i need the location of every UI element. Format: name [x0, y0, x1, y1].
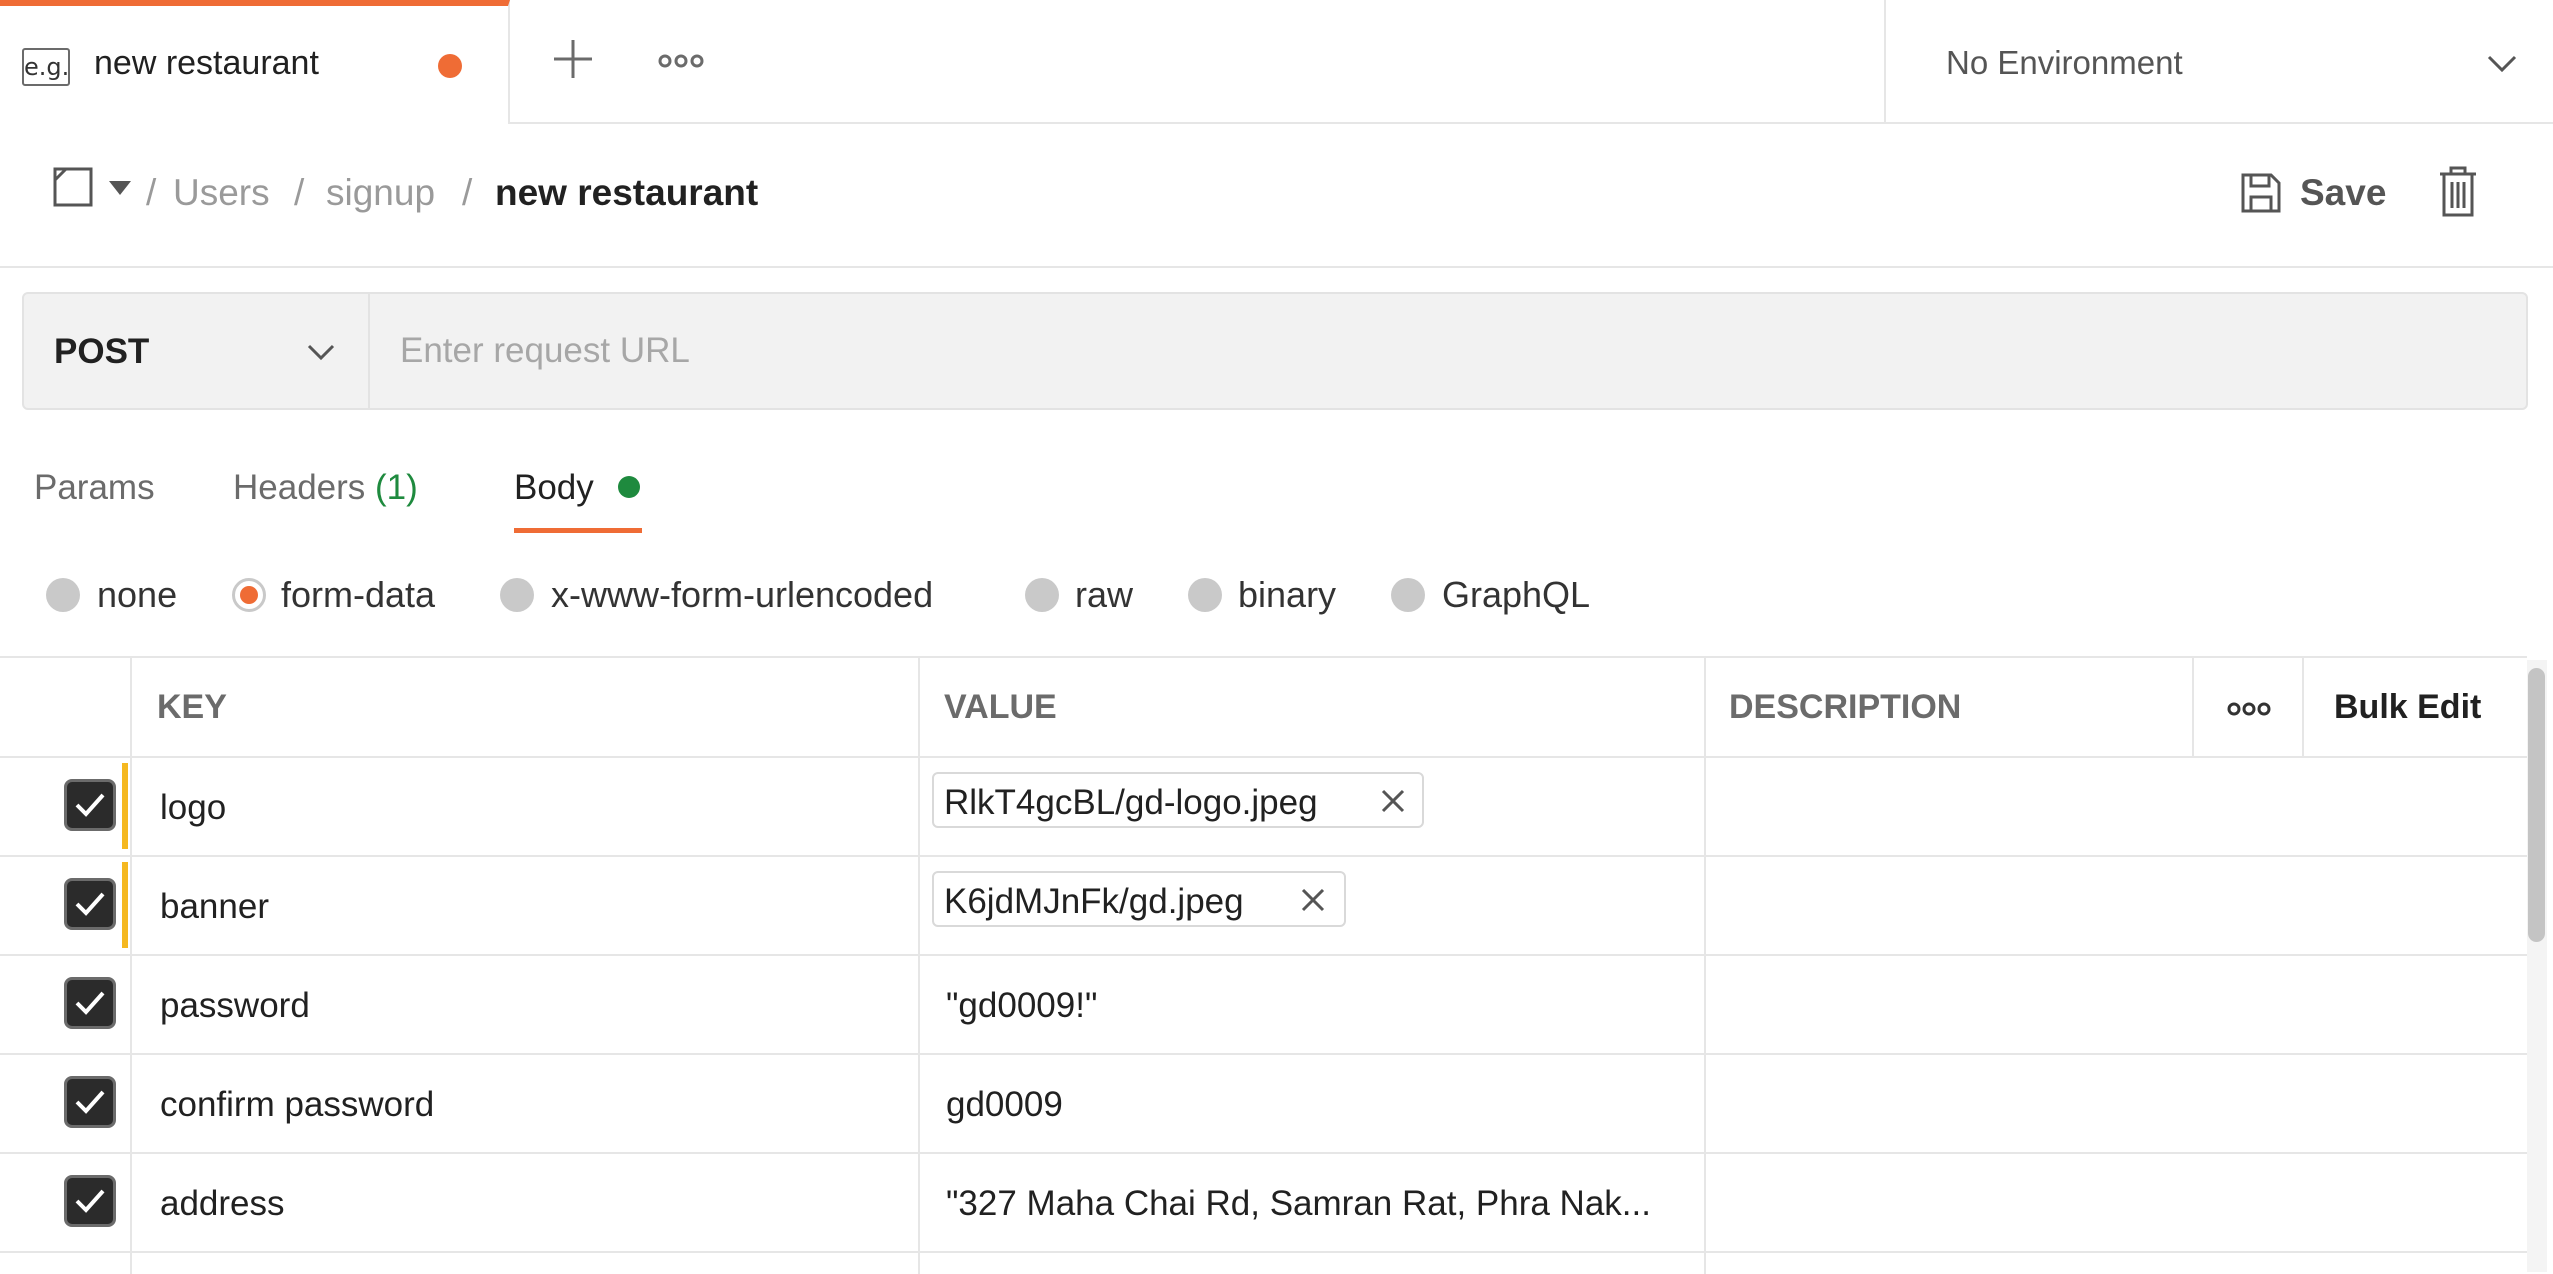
row-key[interactable]: confirm password — [160, 1085, 434, 1125]
request-doc-icon — [52, 166, 94, 208]
more-horizontal-icon[interactable] — [2224, 694, 2274, 724]
table-row: logo RlkT4gcBL/gd-logo.jpeg — [0, 758, 2527, 855]
active-tab-underline — [514, 528, 642, 533]
table-row: banner K6jdMJnFk/gd.jpeg — [0, 857, 2527, 954]
table-row: address "327 Maha Chai Rd, Samran Rat, P… — [0, 1154, 2527, 1251]
request-type-icon: e.g. — [22, 48, 70, 86]
file-chip[interactable]: RlkT4gcBL/gd-logo.jpeg — [932, 772, 1424, 828]
row-value[interactable]: "327 Maha Chai Rd, Samran Rat, Phra Nak.… — [946, 1184, 1696, 1224]
trash-icon[interactable] — [2438, 166, 2478, 218]
chevron-down-icon[interactable] — [304, 338, 338, 366]
save-button[interactable]: Save — [2240, 168, 2400, 218]
column-divider — [2302, 658, 2304, 756]
row-file-marker — [122, 763, 128, 849]
file-chip[interactable]: K6jdMJnFk/gd.jpeg — [932, 871, 1346, 927]
radio-label-raw[interactable]: raw — [1075, 574, 1133, 616]
row-checkbox[interactable] — [64, 977, 116, 1029]
tab-params[interactable]: Params — [34, 468, 155, 508]
radio-label-form-data[interactable]: form-data — [281, 574, 435, 616]
column-header-value: VALUE — [944, 688, 1057, 726]
file-name: RlkT4gcBL/gd-logo.jpeg — [944, 783, 1318, 822]
unsaved-indicator-icon — [438, 54, 462, 78]
tab-title[interactable]: new restaurant — [94, 44, 319, 83]
radio-binary[interactable] — [1188, 578, 1222, 612]
row-checkbox[interactable] — [64, 878, 116, 930]
breadcrumb-item-users[interactable]: Users — [173, 172, 270, 214]
table-row: confirm password gd0009 — [0, 1055, 2527, 1152]
row-key[interactable]: banner — [160, 887, 269, 927]
radio-x-www-form-urlencoded[interactable] — [500, 578, 534, 612]
scrollbar-thumb[interactable] — [2528, 668, 2545, 942]
close-icon[interactable] — [1380, 788, 1406, 814]
radio-label-none[interactable]: none — [97, 574, 177, 616]
bulk-edit-button[interactable]: Bulk Edit — [2334, 688, 2481, 727]
breadcrumb-separator: / — [294, 172, 305, 213]
radio-label-graphql[interactable]: GraphQL — [1442, 574, 1590, 616]
radio-raw[interactable] — [1025, 578, 1059, 612]
breadcrumb-separator: / — [146, 172, 157, 213]
headers-count-badge: (1) — [375, 468, 418, 507]
row-checkbox[interactable] — [64, 1076, 116, 1128]
environment-label: No Environment — [1946, 44, 2183, 81]
row-divider — [0, 1251, 2527, 1253]
breadcrumb-separator: / — [462, 172, 473, 213]
row-checkbox[interactable] — [64, 1175, 116, 1227]
radio-none[interactable] — [46, 578, 80, 612]
more-horizontal-icon[interactable] — [656, 46, 706, 76]
radio-form-data[interactable] — [232, 578, 266, 612]
tab-body[interactable]: Body — [514, 468, 594, 508]
tab-headers[interactable]: Headers (1) — [233, 468, 418, 508]
breadcrumb-item-signup[interactable]: signup — [326, 172, 435, 214]
caret-down-icon[interactable] — [108, 180, 132, 196]
plus-icon[interactable] — [548, 34, 598, 84]
url-input[interactable] — [380, 306, 2510, 396]
form-data-table: KEY VALUE DESCRIPTION Bulk Edit logo Rlk… — [0, 656, 2527, 1274]
method-label: POST — [54, 332, 150, 371]
body-status-dot-icon — [618, 476, 640, 498]
tab-headers-label: Headers — [233, 468, 366, 507]
row-checkbox[interactable] — [64, 779, 116, 831]
save-label: Save — [2300, 172, 2387, 213]
radio-graphql[interactable] — [1391, 578, 1425, 612]
column-divider — [2192, 658, 2194, 756]
row-value[interactable]: "gd0009!" — [946, 986, 1097, 1026]
close-icon[interactable] — [1300, 887, 1326, 913]
breadcrumb-current[interactable]: new restaurant — [495, 172, 758, 214]
chevron-down-icon[interactable] — [2484, 48, 2520, 78]
row-file-marker — [122, 862, 128, 948]
column-header-description: DESCRIPTION — [1729, 688, 1962, 726]
save-icon — [2240, 172, 2282, 214]
table-row: password "gd0009!" — [0, 956, 2527, 1053]
row-key[interactable]: logo — [160, 788, 226, 828]
row-value[interactable]: gd0009 — [946, 1085, 1063, 1125]
file-name: K6jdMJnFk/gd.jpeg — [944, 882, 1244, 921]
radio-label-x-www-form-urlencoded[interactable]: x-www-form-urlencoded — [551, 574, 933, 616]
row-key[interactable]: password — [160, 986, 310, 1026]
radio-label-binary[interactable]: binary — [1238, 574, 1336, 616]
row-key[interactable]: address — [160, 1184, 285, 1224]
column-header-key: KEY — [157, 688, 227, 726]
